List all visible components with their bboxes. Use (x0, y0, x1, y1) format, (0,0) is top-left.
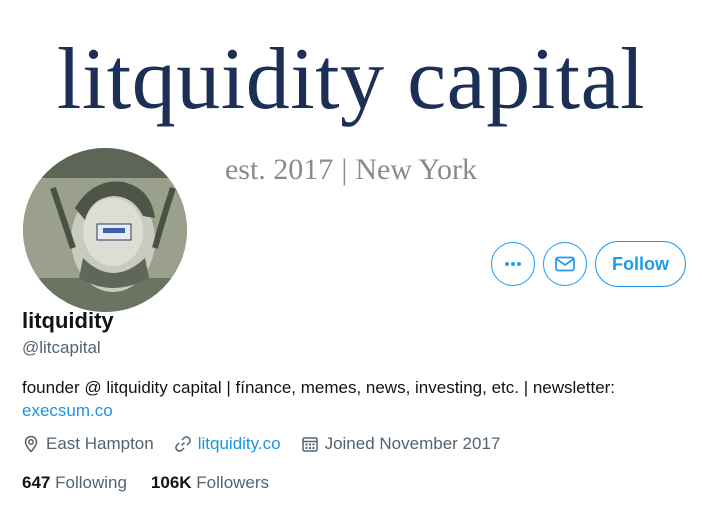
profile-meta: East Hampton litquidity.co Joined Novemb… (22, 434, 500, 454)
mail-icon (555, 256, 575, 272)
banner-est: est. 2017 (224, 153, 334, 186)
followers-link[interactable]: 106K Followers (151, 473, 269, 493)
location-text: East Hampton (46, 434, 154, 453)
follow-button[interactable]: Follow (595, 241, 686, 287)
website-link[interactable]: litquidity.co (198, 434, 281, 454)
followers-count: 106K (150, 473, 192, 492)
following-label: Following (55, 473, 127, 492)
more-options-button[interactable] (491, 242, 535, 286)
profile-actions: Follow (491, 241, 686, 287)
link-icon (174, 436, 191, 452)
display-name: litquidity (22, 308, 114, 333)
banner-separator: | (341, 153, 348, 186)
meta-location: East Hampton (22, 434, 154, 454)
following-link[interactable]: 647 Following (22, 473, 127, 493)
banner-title: litquidity capital (56, 31, 646, 128)
meta-website: litquidity.co (174, 434, 281, 454)
more-horizontal-icon (505, 262, 521, 266)
calendar-icon (301, 437, 318, 452)
message-button[interactable] (543, 242, 587, 286)
banner-location: New York (355, 153, 478, 186)
bio-link[interactable]: execsum.co (22, 401, 113, 420)
followers-label: Followers (196, 473, 270, 492)
location-pin-icon (24, 435, 38, 453)
avatar-image (23, 148, 187, 312)
following-count: 647 (22, 473, 51, 492)
joined-text: Joined November 2017 (324, 434, 501, 453)
profile-stats: 647 Following 106K Followers (22, 473, 269, 493)
profile-bio: founder @ litquidity capital | fínance, … (22, 376, 682, 422)
username-handle: @litcapital (22, 338, 101, 357)
bio-text: founder @ litquidity capital | fínance, … (22, 378, 616, 397)
meta-joined: Joined November 2017 (301, 434, 501, 454)
avatar[interactable] (20, 145, 190, 315)
